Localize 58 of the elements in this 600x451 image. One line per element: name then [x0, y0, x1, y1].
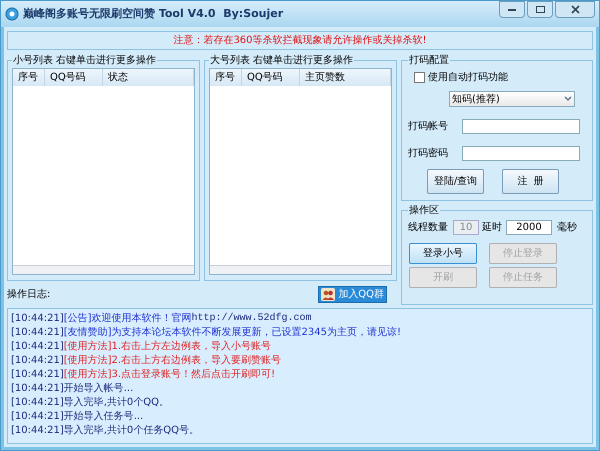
list-view[interactable]: 序号 QQ号码 主页赞数 [209, 68, 392, 275]
log-message: [友情赞助]为支持本论坛本软件不断发展更新，已设置2345为主页，请见谅! [64, 326, 401, 340]
delay-field[interactable]: 2000 [506, 220, 552, 235]
log-message: [使用方法]2.右击上方右边例表，导入要刷赞账号 [64, 354, 282, 368]
log-time: [10:44:21] [11, 368, 64, 382]
service-dropdown[interactable]: 知码(推荐) [449, 91, 575, 107]
horizontal-scrollbar[interactable] [13, 265, 194, 274]
field-label: 线程数量 [408, 220, 448, 235]
window-title: 巅峰阁多账号无限刷空间赞 Tool V4.0 By:Soujer [23, 6, 284, 22]
close-button[interactable] [555, 1, 595, 18]
log-message: 开始导入帐号... [64, 382, 134, 396]
qq-group-button[interactable]: 加入QQ群 [318, 286, 387, 302]
field-label: 打码密码 [408, 146, 448, 161]
group-title: 打码配置 [408, 54, 450, 68]
button[interactable]: 注 册 [502, 169, 559, 194]
checkbox-label: 使用自动打码功能 [428, 70, 508, 85]
people-icon [321, 288, 336, 300]
log-message: 开始导入任务号... [64, 410, 144, 424]
horizontal-scrollbar[interactable] [210, 265, 391, 274]
column-header[interactable]: 状态 [103, 69, 194, 86]
unit-label: 毫秒 [557, 220, 577, 235]
input-field[interactable] [462, 119, 580, 134]
log-time: [10:44:21] [11, 326, 64, 340]
list-view[interactable]: 序号 QQ号码 状态 [12, 68, 195, 275]
column-header[interactable]: 主页赞数 [300, 69, 391, 86]
button[interactable]: 登录小号 [409, 243, 477, 264]
close-icon [570, 5, 580, 14]
log-message: 导入完毕,共计0个QQ。 [64, 396, 170, 410]
group-title: 大号列表 右键单击进行更多操作 [209, 54, 354, 68]
column-header[interactable]: QQ号码 [45, 69, 103, 86]
log-time: [10:44:21] [11, 410, 64, 424]
field-label: 延时 [482, 220, 502, 235]
column-header[interactable]: 序号 [210, 69, 242, 86]
log-message: [公告]欢迎使用本软件！官网 [64, 312, 192, 326]
log-time: [10:44:21] [11, 312, 64, 326]
field-label: 打码帐号 [408, 120, 448, 134]
group-title: 操作区 [408, 204, 440, 218]
log-time: [10:44:21] [11, 354, 64, 368]
log-time: [10:44:21] [11, 340, 64, 354]
caret-icon [564, 96, 572, 102]
minimize-button[interactable] [499, 1, 525, 18]
app-icon [5, 7, 19, 21]
log-message: [使用方法]3.点击登录账号！然后点击开刷即可! [64, 368, 276, 382]
log-time: [10:44:21] [11, 382, 64, 396]
input-field[interactable] [462, 146, 580, 161]
column-header[interactable]: QQ号码 [242, 69, 300, 86]
column-header[interactable]: 序号 [13, 69, 45, 86]
button[interactable]: 登陆/查询 [427, 169, 484, 194]
log-time: [10:44:21] [11, 424, 64, 438]
group-title: 小号列表 右键单击进行更多操作 [12, 54, 158, 68]
log-time: [10:44:21] [11, 396, 64, 410]
log-link[interactable]: http://www.52dfg.com [192, 312, 312, 326]
maximize-button[interactable] [527, 1, 553, 18]
checkbox[interactable] [414, 72, 425, 83]
notice-text: 注意：若存在360等杀软拦截现象请允许操作或关掉杀软! [173, 34, 427, 48]
log-label: 操作日志: [7, 288, 50, 302]
log-message: 导入完毕,共计0个任务QQ号。 [64, 424, 200, 438]
log-message: [使用方法]1.右击上方左边例表，导入小号账号 [64, 340, 272, 354]
